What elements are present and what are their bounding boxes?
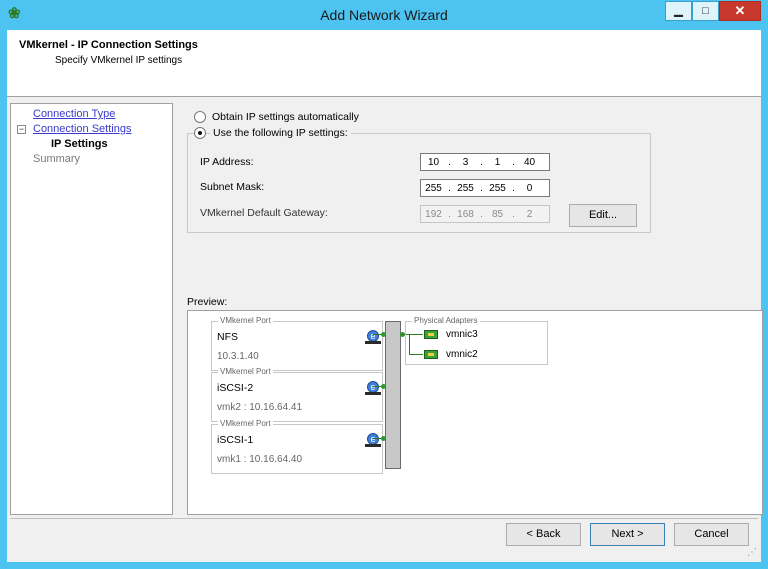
port-detail: 10.3.1.40 bbox=[217, 351, 259, 362]
wizard-header: VMkernel - IP Connection Settings Specif… bbox=[7, 30, 761, 97]
network-card-icon bbox=[424, 330, 438, 339]
gateway-label: VMkernel Default Gateway: bbox=[200, 207, 328, 219]
ip-settings-panel: Obtain IP settings automatically Use the… bbox=[177, 103, 763, 515]
edit-gateway-button[interactable]: Edit... bbox=[569, 204, 637, 227]
subnet-mask-label: Subnet Mask: bbox=[200, 181, 265, 193]
nav-step-summary: Summary bbox=[33, 153, 81, 165]
vmkernel-port-iscsi-2: VMkernel Port iSCSI-2 vmk2 : 10.16.64.41… bbox=[211, 367, 383, 422]
network-preview: VMkernel Port NFS 10.3.1.40 e VMkernel P… bbox=[187, 310, 763, 515]
use-following-label[interactable]: Use the following IP settings: bbox=[210, 127, 351, 139]
footer-separator bbox=[10, 518, 758, 519]
ip-settings-groupbox: Use the following IP settings: IP Addres… bbox=[187, 127, 651, 233]
wizard-window: ❀ Add Network Wizard ▁ □ ✕ VMkernel - IP… bbox=[0, 0, 768, 569]
nav-step-ip-settings: IP Settings bbox=[51, 138, 108, 150]
port-legend: VMkernel Port bbox=[218, 419, 273, 428]
preview-label: Preview: bbox=[187, 296, 228, 308]
adapter-vmnic3: vmnic3 bbox=[446, 329, 478, 340]
use-following-radio[interactable] bbox=[194, 127, 206, 139]
ip-address-field[interactable]: 10. 3. 1. 40 bbox=[420, 153, 550, 171]
globe-stand bbox=[365, 444, 381, 447]
ip-address-label: IP Address: bbox=[200, 156, 254, 168]
port-name: iSCSI-2 bbox=[217, 382, 254, 394]
cancel-button[interactable]: Cancel bbox=[674, 523, 749, 546]
network-card-icon bbox=[424, 350, 438, 359]
globe-stand bbox=[365, 392, 381, 395]
port-detail: vmk2 : 10.16.64.41 bbox=[217, 402, 303, 413]
minimize-button[interactable]: ▁ bbox=[665, 1, 692, 21]
resize-grip-icon[interactable]: ⋰ bbox=[747, 548, 759, 560]
physical-adapters-box: Physical Adapters vmnic3 vmnic2 bbox=[405, 316, 548, 365]
obtain-auto-label[interactable]: Obtain IP settings automatically bbox=[212, 111, 359, 123]
virtual-switch-bar bbox=[385, 321, 401, 469]
back-button[interactable]: < Back bbox=[506, 523, 581, 546]
port-name: NFS bbox=[217, 331, 238, 343]
adapters-legend: Physical Adapters bbox=[412, 316, 480, 325]
vmkernel-port-nfs: VMkernel Port NFS 10.3.1.40 e bbox=[211, 316, 383, 371]
collapse-icon[interactable]: − bbox=[17, 125, 26, 134]
nav-step-connection-settings[interactable]: Connection Settings bbox=[33, 123, 131, 135]
adapter-vmnic2: vmnic2 bbox=[446, 349, 478, 360]
maximize-button[interactable]: □ bbox=[692, 1, 719, 21]
wizard-body: VMkernel - IP Connection Settings Specif… bbox=[7, 30, 763, 562]
vmkernel-port-iscsi-1: VMkernel Port iSCSI-1 vmk1 : 10.16.64.40… bbox=[211, 419, 383, 474]
subnet-mask-field[interactable]: 255. 255. 255. 0 bbox=[420, 179, 550, 197]
close-button[interactable]: ✕ bbox=[719, 1, 761, 21]
globe-stand bbox=[365, 341, 381, 344]
nav-step-connection-type[interactable]: Connection Type bbox=[33, 108, 115, 120]
port-detail: vmk1 : 10.16.64.40 bbox=[217, 454, 303, 465]
port-legend: VMkernel Port bbox=[218, 316, 273, 325]
next-button[interactable]: Next > bbox=[590, 523, 665, 546]
gateway-field: 192. 168. 85. 2 bbox=[420, 205, 550, 223]
title-bar[interactable]: ❀ Add Network Wizard ▁ □ ✕ bbox=[0, 0, 768, 30]
obtain-auto-radio[interactable] bbox=[194, 111, 206, 123]
wizard-steps-nav: Connection Type − Connection Settings IP… bbox=[10, 103, 173, 515]
page-subtitle: Specify VMkernel IP settings bbox=[55, 55, 183, 66]
page-title: VMkernel - IP Connection Settings bbox=[19, 39, 198, 51]
port-name: iSCSI-1 bbox=[217, 434, 254, 446]
window-title: Add Network Wizard bbox=[320, 7, 448, 23]
port-legend: VMkernel Port bbox=[218, 367, 273, 376]
